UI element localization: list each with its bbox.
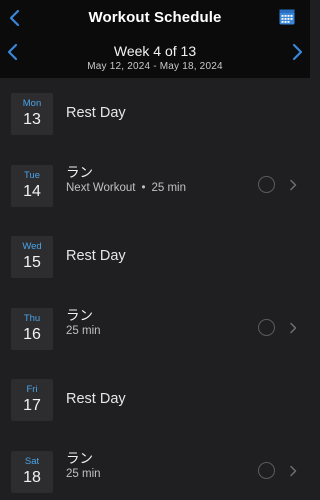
top-bar: Workout Schedule Week 4 of 13 May 12, 20… [0,0,310,78]
rest-day-label: Rest Day [66,248,126,264]
date-box: Wed 15 [11,236,53,278]
chevron-right-icon [290,465,297,476]
workout-name: ラン [66,450,93,466]
page-title: Workout Schedule [88,9,222,26]
day-of-week: Tue [23,169,41,181]
date-box: Mon 13 [11,93,53,135]
completion-circle-icon[interactable] [258,175,275,193]
workout-details: Next Workout • 25 min [66,182,186,194]
day-row-sat[interactable]: Sat 18 ラン 25 min [0,436,310,500]
day-of-week: Sat [24,455,40,467]
day-of-week: Wed [22,241,42,252]
day-row-wed: Wed 15 Rest Day [0,221,310,293]
day-of-week: Thu [23,312,41,324]
day-row-tue[interactable]: Tue 14 ラン Next Workout • 25 min [0,150,310,222]
workout-duration: 25 min [151,181,187,194]
day-number: 14 [23,182,41,200]
next-week-icon[interactable] [290,43,304,61]
day-row-thu[interactable]: Thu 16 ラン 25 min [0,293,310,365]
separator-dot: • [141,181,146,194]
date-box: Tue 14 [11,164,53,207]
day-row-fri: Fri 17 Rest Day [0,364,310,436]
completion-circle-icon[interactable] [258,318,275,336]
day-number: 17 [23,397,41,414]
calendar-icon[interactable] [279,9,295,25]
day-of-week: Fri [26,384,38,395]
day-number: 13 [23,111,41,128]
date-box: Fri 17 [11,379,53,421]
completion-circle-icon[interactable] [258,461,275,479]
day-list: Mon 13 Rest Day Tue 14 ラン Next Workout • 2… [0,78,310,500]
day-number: 18 [23,468,41,486]
day-row-mon: Mon 13 Rest Day [0,78,310,150]
day-of-week: Mon [22,98,42,109]
week-title: Week 4 of 13 [113,43,197,59]
date-box: Sat 18 [11,450,53,493]
workout-duration: 25 min [66,324,101,337]
day-number: 15 [23,254,41,271]
workout-name: ラン [66,164,93,180]
chevron-right-icon [290,179,297,190]
date-box: Thu 16 [11,307,53,350]
workout-duration: 25 min [66,467,101,480]
week-date-range: May 12, 2024 - May 18, 2024 [87,61,223,72]
rest-day-label: Rest Day [66,105,126,121]
day-number: 16 [23,325,41,343]
workout-name: ラン [66,307,93,323]
workout-status: Next Workout [66,181,136,194]
rest-day-label: Rest Day [66,391,126,407]
chevron-right-icon [290,322,297,333]
